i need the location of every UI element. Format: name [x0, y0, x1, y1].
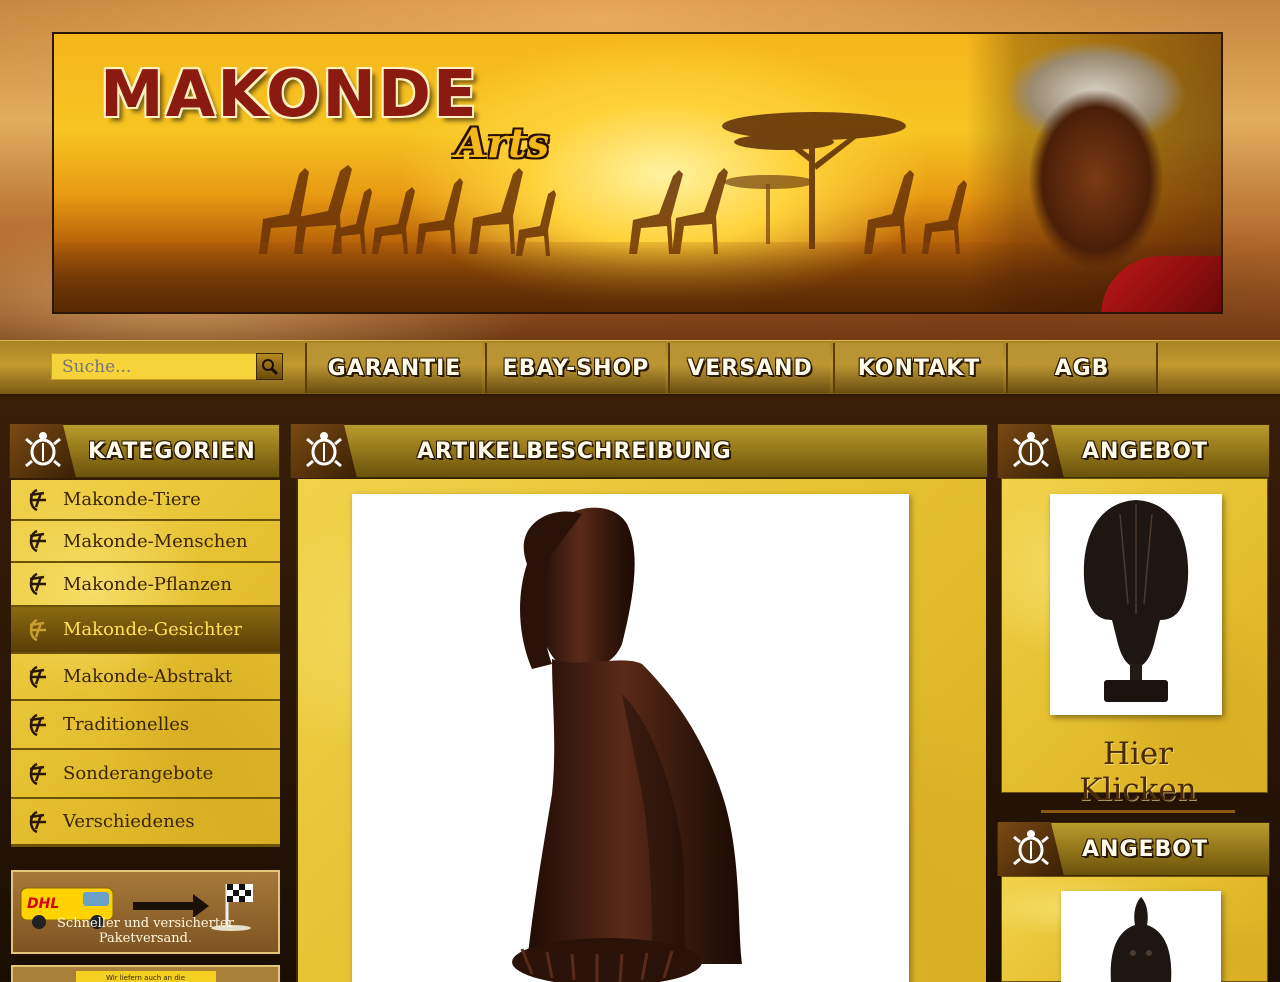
nav-agb[interactable]: AGB: [1006, 343, 1158, 393]
logo-subtitle: Arts: [456, 120, 550, 167]
product-image[interactable]: [352, 494, 909, 982]
shipping-promo[interactable]: DHL Schneller und versicherter Paketvers…: [11, 870, 280, 954]
search-input[interactable]: [51, 353, 257, 380]
adinkra-icon: [11, 617, 63, 643]
offer-title-2: ANGEBOT: [1082, 836, 1209, 862]
category-item-abstrakt[interactable]: Makonde-Abstrakt: [11, 654, 280, 701]
adinkra-icon: [11, 571, 63, 597]
turtle-emblem: [291, 424, 357, 478]
adinkra-icon: [11, 487, 63, 513]
nav-garantie[interactable]: GARANTIE: [305, 343, 482, 393]
header-banner: MAKONDE Arts: [52, 32, 1223, 314]
adinkra-icon: [11, 809, 63, 835]
search-button[interactable]: [256, 353, 283, 380]
nav-ebay-shop[interactable]: EBAY-SHOP: [485, 343, 665, 393]
turtle-emblem: [998, 822, 1064, 876]
turtle-icon: [1013, 432, 1049, 468]
turtle-icon: [1013, 830, 1049, 866]
mask-sculpture-figure: [1083, 500, 1189, 702]
adinkra-icon: [11, 664, 63, 690]
turtle-icon: [306, 432, 342, 468]
offer-image-1[interactable]: [1050, 494, 1222, 715]
delivery-promo-text: Wir liefern auch an die: [75, 971, 216, 982]
elder-portrait-image: [966, 34, 1221, 312]
makonde-sculpture-figure: [512, 507, 742, 982]
categories-header: KATEGORIEN: [9, 424, 280, 478]
offer-title-1: ANGEBOT: [1082, 438, 1209, 464]
turtle-emblem: [10, 424, 76, 478]
nav-kontakt[interactable]: KONTAKT: [833, 343, 1003, 393]
category-label: Traditionelles: [63, 714, 190, 735]
category-item-traditionelles[interactable]: Traditionelles: [11, 701, 280, 750]
category-label: Makonde-Menschen: [63, 530, 248, 552]
turtle-icon: [25, 432, 61, 468]
category-label: Verschiedenes: [63, 811, 195, 832]
delivery-promo[interactable]: Wir liefern auch an die: [11, 965, 280, 982]
offer-header-2: ANGEBOT: [997, 822, 1270, 876]
search-icon: [261, 358, 278, 375]
red-robe: [1101, 256, 1221, 312]
turtle-emblem: [998, 424, 1064, 478]
category-label: Sonderangebote: [63, 763, 214, 784]
category-label: Makonde-Abstrakt: [63, 666, 233, 687]
logo-title[interactable]: MAKONDE: [100, 58, 479, 132]
category-item-menschen[interactable]: Makonde-Menschen: [11, 521, 280, 563]
category-item-sonderangebote[interactable]: Sonderangebote: [11, 750, 280, 799]
offer-click-link[interactable]: Hier Klicken: [1041, 736, 1235, 813]
dhl-brand-label: DHL: [27, 896, 59, 912]
category-list: Makonde-Tiere Makonde-Menschen Makonde-P…: [11, 480, 280, 847]
category-label: Makonde-Gesichter: [63, 619, 242, 640]
category-item-tiere[interactable]: Makonde-Tiere: [11, 480, 280, 521]
offer-header-1: ANGEBOT: [997, 424, 1270, 478]
category-label: Makonde-Pflanzen: [63, 573, 232, 595]
category-item-gesichter[interactable]: Makonde-Gesichter: [11, 607, 280, 654]
article-title: ARTIKELBESCHREIBUNG: [417, 438, 732, 464]
head-sculpture-figure: [1110, 897, 1172, 982]
adinkra-icon: [11, 761, 63, 787]
category-label: Makonde-Tiere: [63, 489, 201, 510]
adinkra-icon: [11, 528, 63, 554]
shipping-promo-text: Schneller und versicherter Paketversand.: [57, 916, 234, 946]
adinkra-icon: [11, 712, 63, 738]
nav-versand[interactable]: VERSAND: [668, 343, 830, 393]
offer-image-2[interactable]: [1061, 891, 1221, 982]
category-item-verschiedenes[interactable]: Verschiedenes: [11, 799, 280, 847]
categories-title: KATEGORIEN: [88, 438, 256, 464]
article-header: ARTIKELBESCHREIBUNG: [290, 424, 988, 478]
category-item-pflanzen[interactable]: Makonde-Pflanzen: [11, 563, 280, 607]
